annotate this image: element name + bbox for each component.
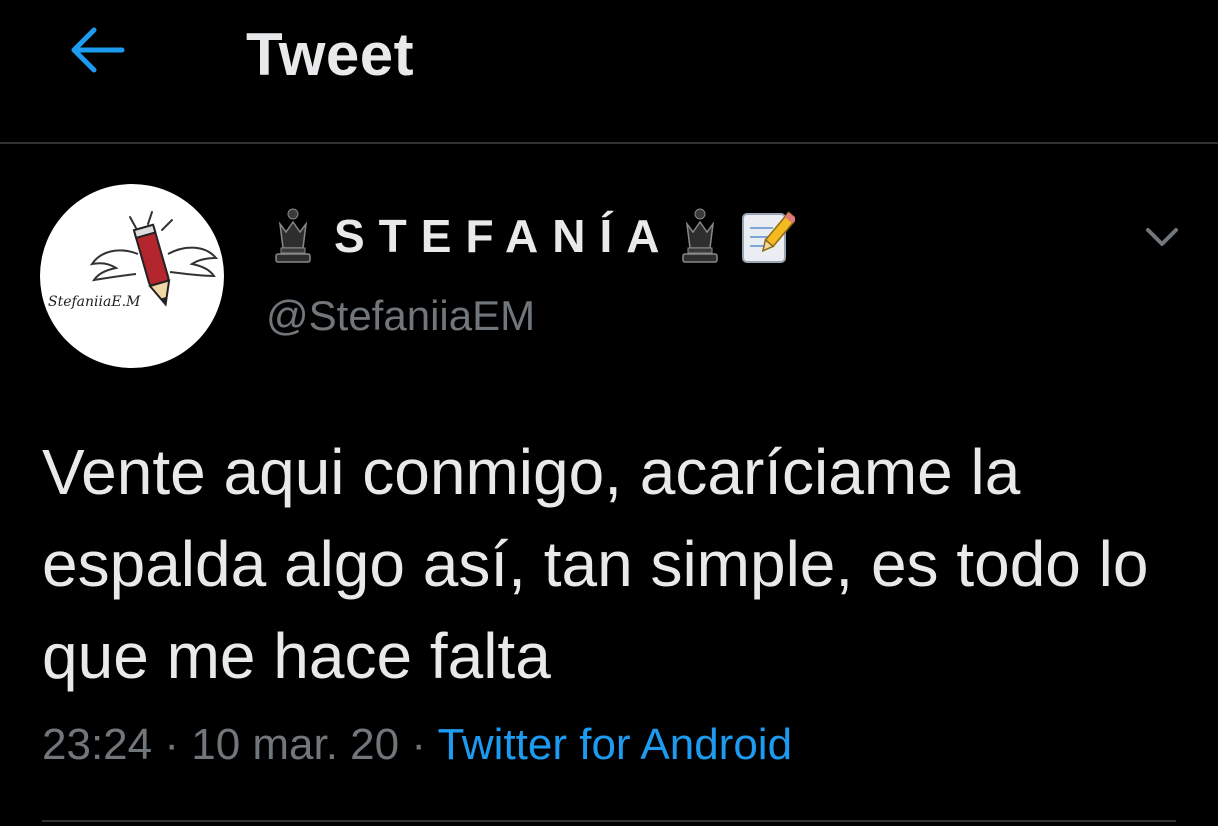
arrow-left-icon [71, 27, 125, 73]
tweet-time: 23:24 [42, 720, 153, 769]
chess-queen-icon [275, 208, 311, 263]
memo-icon [742, 211, 796, 263]
tweet-metadata: 23:24 · 10 mar. 20 · Twitter for Android [42, 720, 792, 770]
author-handle[interactable]: @StefaniiaEM [266, 292, 535, 340]
more-options-button[interactable] [1136, 210, 1188, 262]
avatar-logo: StefaniiaE.M [48, 211, 219, 310]
divider [42, 820, 1176, 822]
chess-queen-icon [682, 208, 719, 263]
chevron-down-icon [1146, 228, 1178, 246]
tweet-source-link[interactable]: Twitter for Android [437, 720, 792, 769]
author-name[interactable]: STEFANÍA [268, 200, 796, 272]
display-name: STEFANÍA [334, 210, 674, 262]
tweet-date: 10 mar. 20 [191, 720, 400, 769]
meta-separator: · [152, 720, 192, 769]
meta-separator: · [399, 720, 438, 769]
tweet-text: Vente aqui conmigo, acaríciame la espald… [42, 436, 1149, 692]
avatar-caption: StefaniiaE.M [48, 294, 141, 310]
top-app-bar: Tweet [0, 0, 1218, 144]
page-title: Tweet [246, 21, 415, 88]
avatar[interactable]: StefaniiaE.M [40, 184, 224, 368]
back-button[interactable] [62, 22, 130, 78]
